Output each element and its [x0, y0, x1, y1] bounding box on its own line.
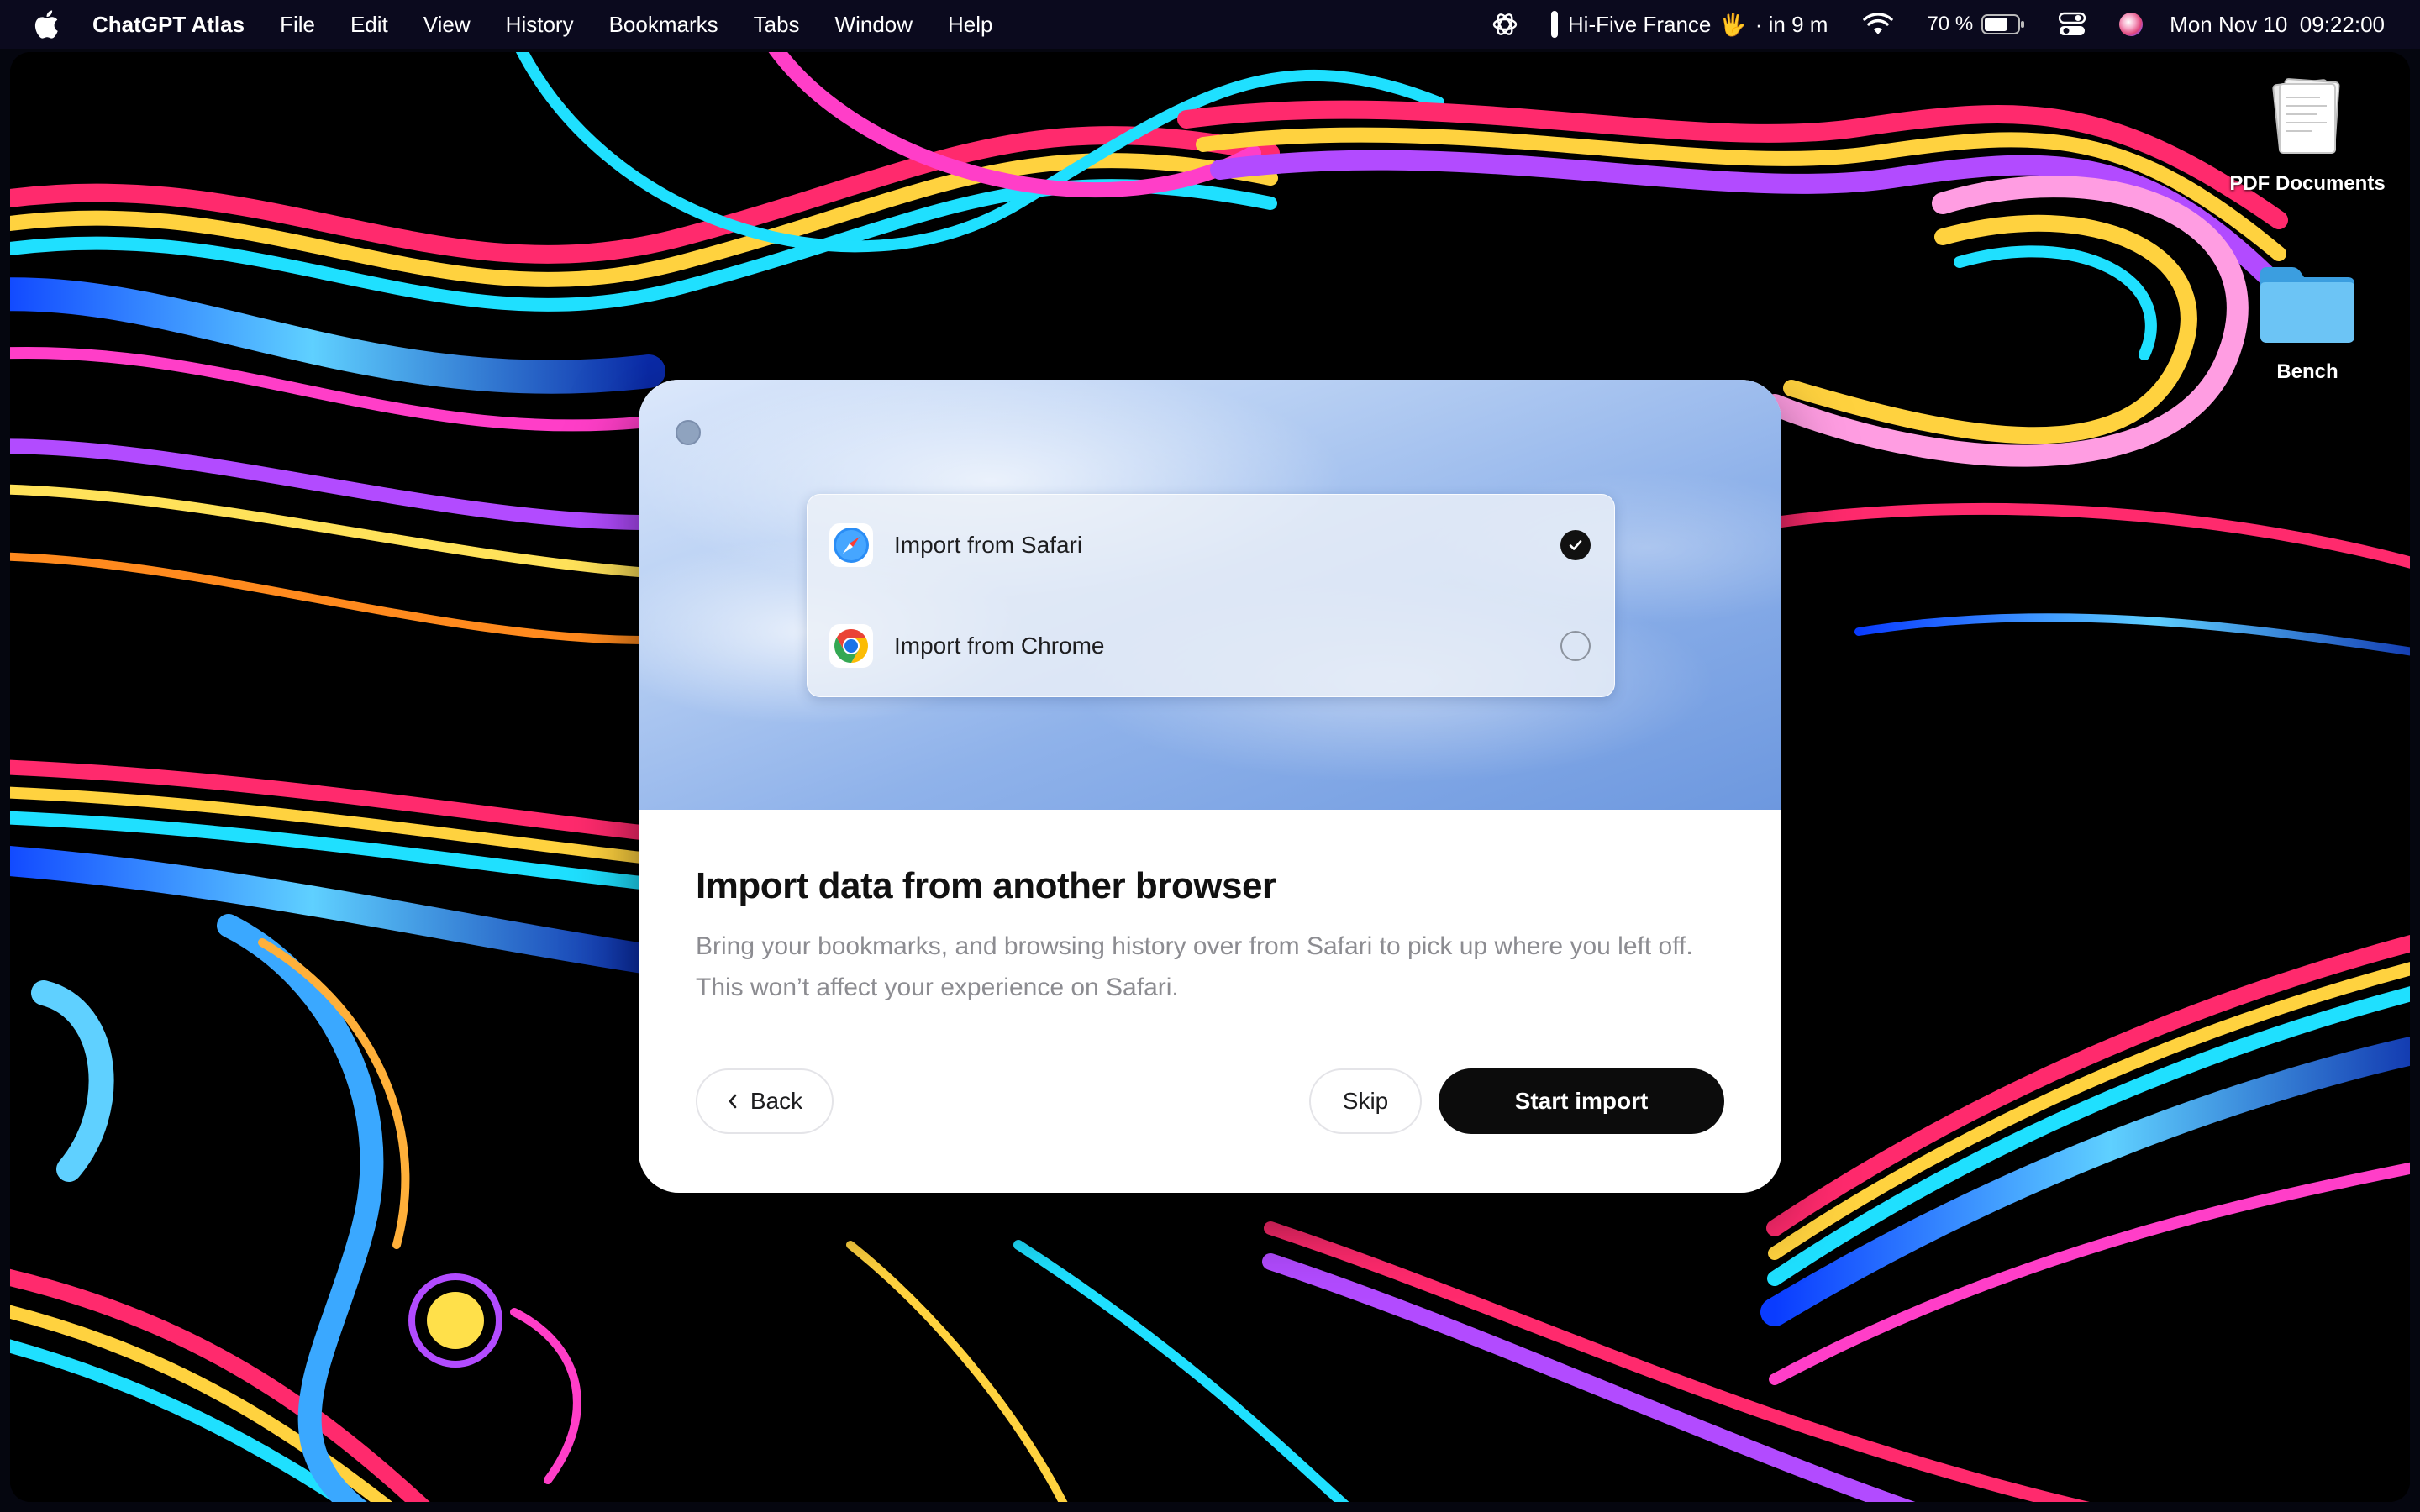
menu-bar-right: Hi-Five France 🖐 · in 9 m 70 % Mon Nov 1…: [1491, 0, 2385, 49]
option-radio-checked[interactable]: [1560, 530, 1591, 560]
option-radio-unchecked[interactable]: [1560, 631, 1591, 661]
menu-bar-left: ChatGPT Atlas File Edit View History Boo…: [0, 0, 1028, 49]
desktop-icon-pdf-documents[interactable]: PDF Documents: [2223, 71, 2391, 196]
battery-percent: 70 %: [1927, 13, 1974, 35]
siri-icon[interactable]: [2118, 11, 2144, 38]
option-label: Import from Safari: [894, 532, 1083, 558]
document-stack-icon: [2272, 78, 2340, 154]
desktop-icon-label: Bench: [2276, 360, 2338, 383]
desktop-icon-bench[interactable]: Bench: [2223, 259, 2391, 384]
event-emoji: 🖐: [1719, 11, 1747, 37]
event-title[interactable]: Hi-Five France: [1568, 12, 1711, 38]
close-dot-button[interactable]: [676, 420, 701, 445]
import-dialog: Import from Safari Import from Chrome Im…: [639, 380, 1781, 1193]
menu-bar: ChatGPT Atlas File Edit View History Boo…: [0, 0, 2420, 49]
folder-icon: [2260, 267, 2354, 343]
battery-icon[interactable]: [1981, 13, 2025, 35]
wifi-icon[interactable]: [1863, 13, 1894, 36]
back-label: Back: [750, 1088, 803, 1114]
skip-button[interactable]: Skip: [1309, 1068, 1422, 1134]
event-time: · in 9 m: [1754, 11, 1828, 37]
desktop-icon-label: PDF Documents: [2229, 172, 2386, 195]
back-button[interactable]: Back: [696, 1068, 834, 1134]
browser-options-card: Import from Safari Import from Chrome: [807, 494, 1615, 697]
dialog-hero: Import from Safari Import from Chrome: [639, 380, 1781, 810]
app-menu[interactable]: ChatGPT Atlas: [92, 12, 245, 38]
option-import-chrome[interactable]: Import from Chrome: [808, 596, 1614, 696]
calendar-event-bar-icon: [1550, 11, 1558, 38]
menu-edit[interactable]: Edit: [350, 12, 388, 38]
dialog-description: Bring your bookmarks, and browsing histo…: [696, 932, 1693, 1001]
menu-history[interactable]: History: [506, 12, 574, 38]
dialog-title: Import data from another browser: [696, 865, 1276, 906]
chatgpt-status-icon[interactable]: [1491, 10, 1519, 39]
menu-tabs[interactable]: Tabs: [754, 12, 800, 38]
option-import-safari[interactable]: Import from Safari: [808, 495, 1614, 596]
clock[interactable]: Mon Nov 10 09:22:00: [2170, 12, 2385, 38]
safari-icon: [829, 523, 873, 567]
menu-help[interactable]: Help: [948, 12, 992, 38]
menu-window[interactable]: Window: [835, 12, 913, 38]
chevron-left-icon: [727, 1092, 739, 1110]
menu-view[interactable]: View: [424, 12, 471, 38]
checkmark-icon: [1569, 540, 1582, 550]
desktop: PDF Documents Bench Import from Safari I…: [10, 52, 2410, 1502]
control-center-icon[interactable]: [2059, 12, 2086, 37]
option-label: Import from Chrome: [894, 633, 1105, 659]
chrome-icon: [829, 624, 873, 668]
start-import-button[interactable]: Start import: [1439, 1068, 1724, 1134]
menu-bookmarks[interactable]: Bookmarks: [609, 12, 718, 38]
apple-logo-icon[interactable]: [34, 10, 59, 39]
menu-file[interactable]: File: [280, 12, 315, 38]
